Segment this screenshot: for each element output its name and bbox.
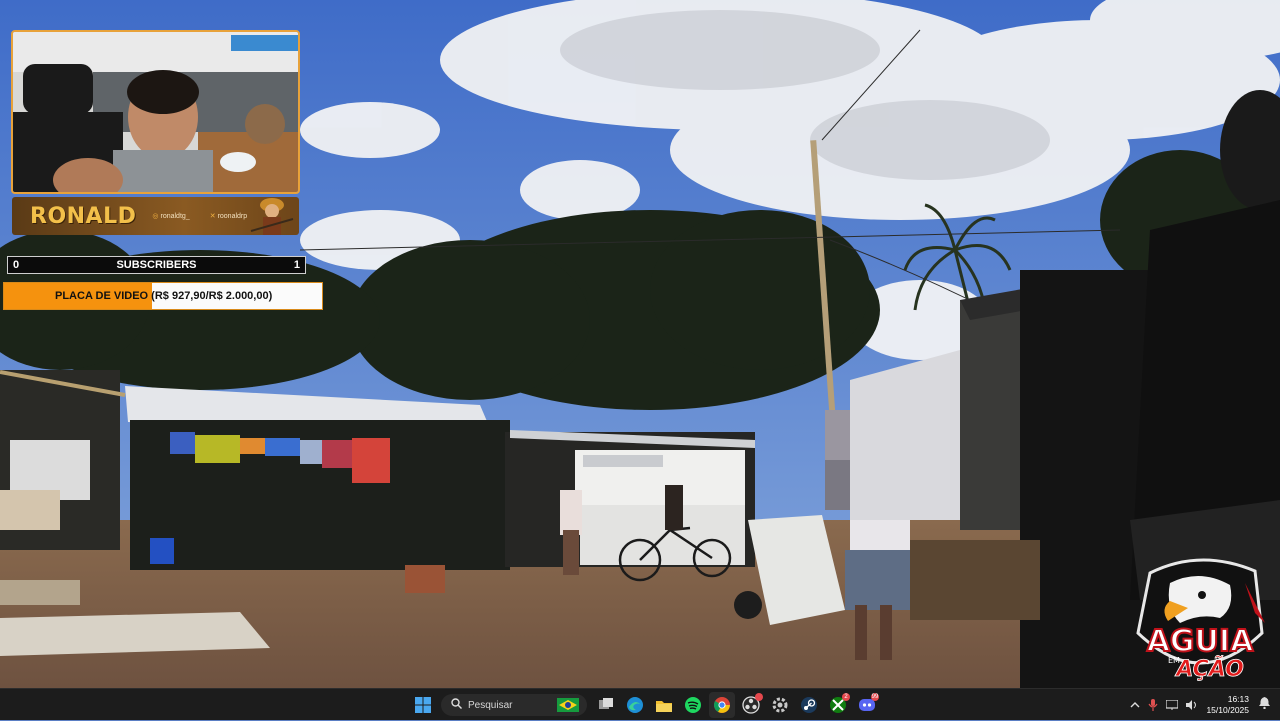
steam-button[interactable] <box>796 692 822 718</box>
subscribers-label: SUBSCRIBERS <box>116 259 197 271</box>
windows-logo-icon <box>415 697 431 713</box>
goal-text: PLACA DE VIDEO (R$ 927,90/R$ 2.000,00) <box>4 290 272 302</box>
streamer-name-banner: RONALD ◎ ronaldtg_ ✕ roonaldrp <box>12 197 299 235</box>
notification-bell-icon[interactable] <box>1259 696 1270 714</box>
instagram-icon: ◎ <box>152 213 159 220</box>
webcam-feed <box>11 30 300 194</box>
donation-goal-bar: PLACA DE VIDEO (R$ 927,90/R$ 2.000,00) <box>3 282 323 310</box>
taskbar-search[interactable]: Pesquisar <box>441 694 587 716</box>
subscribers-bar: 0 SUBSCRIBERS 1 <box>7 256 306 274</box>
spotify-button[interactable] <box>680 692 706 718</box>
file-explorer-button[interactable] <box>651 692 677 718</box>
search-placeholder: Pesquisar <box>468 699 513 711</box>
logo-line1: AGUIA <box>1147 624 1254 659</box>
spotify-icon <box>685 697 701 713</box>
streamer-name: RONALD <box>30 203 137 229</box>
windows-taskbar: Pesquisar 2 99 16:13 15/10/2025 <box>0 688 1280 720</box>
instagram-handle: ◎ ronaldtg_ <box>152 213 190 220</box>
system-clock[interactable]: 16:13 15/10/2025 <box>1206 694 1249 716</box>
chevron-up-icon[interactable] <box>1130 701 1140 709</box>
network-icon[interactable] <box>1166 700 1179 710</box>
taskbar-apps: Pesquisar 2 99 <box>410 692 883 718</box>
volume-icon[interactable] <box>1186 700 1198 710</box>
aguia-em-acao-logo: AGUIA EM AÇÃO <box>1136 558 1265 682</box>
clock-time: 16:13 <box>1227 694 1249 704</box>
xbox-button[interactable]: 2 <box>825 692 851 718</box>
goal-label: PLACA DE VIDEO <box>55 290 149 302</box>
system-tray: 16:13 15/10/2025 <box>1130 689 1280 721</box>
steam-icon <box>801 697 817 713</box>
obs-live-dot <box>755 693 763 701</box>
xbox-badge: 2 <box>842 693 850 701</box>
task-view-button[interactable] <box>593 692 619 718</box>
discord-badge: 99 <box>871 693 879 701</box>
character-avatar-icon <box>250 198 294 235</box>
chrome-button[interactable] <box>709 692 735 718</box>
obs-button[interactable] <box>738 692 764 718</box>
logo-line2: AÇÃO <box>1174 656 1244 682</box>
chrome-icon <box>714 697 730 713</box>
start-button[interactable] <box>410 692 436 718</box>
goal-amount: (R$ 927,90/R$ 2.000,00) <box>151 290 273 302</box>
microphone-icon[interactable] <box>1148 699 1158 711</box>
x-handle: ✕ roonaldrp <box>209 213 248 220</box>
discord-button[interactable]: 99 <box>854 692 880 718</box>
brazil-flag-icon <box>557 698 579 712</box>
x-icon: ✕ <box>209 213 216 220</box>
gear-icon <box>772 697 788 713</box>
clock-date: 15/10/2025 <box>1206 705 1249 715</box>
folder-icon <box>656 700 672 712</box>
task-view-icon <box>599 698 613 709</box>
edge-button[interactable] <box>622 692 648 718</box>
subscribers-goal: 1 <box>293 259 300 271</box>
edge-icon <box>627 697 643 713</box>
settings-button[interactable] <box>767 692 793 718</box>
search-icon <box>451 698 462 712</box>
